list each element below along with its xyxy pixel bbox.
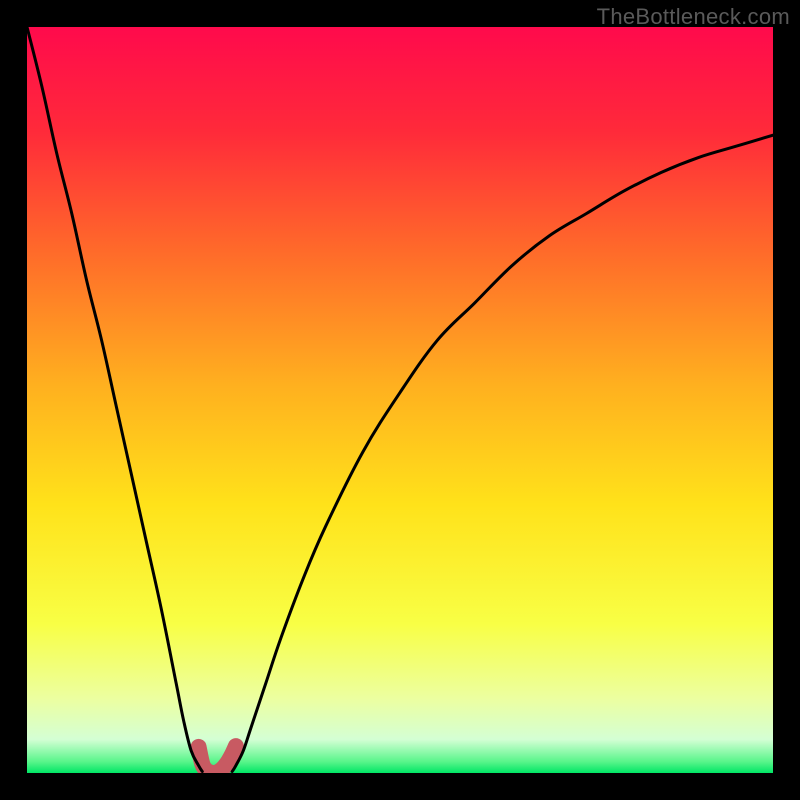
gradient-background [27,27,773,773]
plot-area [27,27,773,773]
chart-svg [27,27,773,773]
outer-frame: TheBottleneck.com [0,0,800,800]
